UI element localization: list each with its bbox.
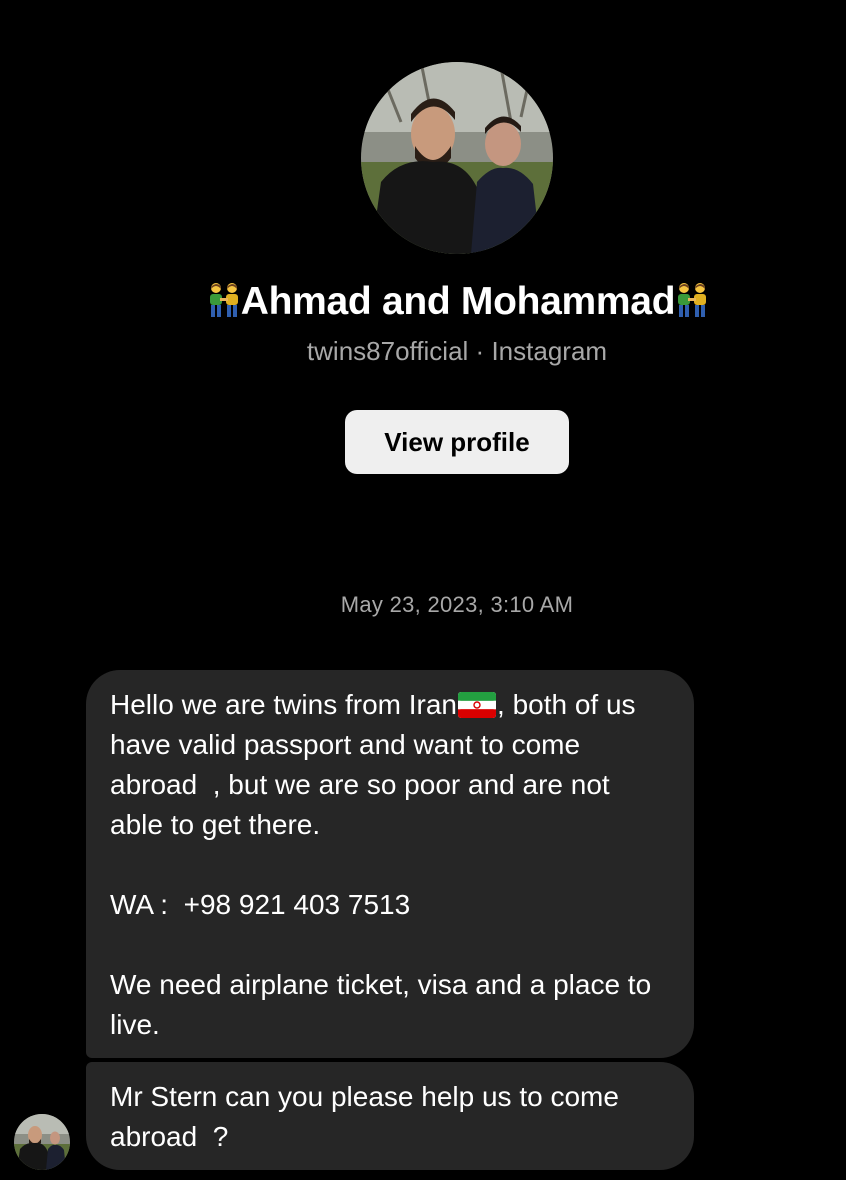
twins-photo-icon — [14, 1114, 70, 1170]
view-profile-button[interactable]: View profile — [345, 410, 569, 474]
profile-username: twins87official — [306, 336, 469, 366]
message-bubble[interactable]: Hello we are twins from Iran, both of us… — [86, 670, 694, 1058]
message-text-part: Hello we are twins from Iran — [110, 689, 458, 720]
profile-display-name: Ahmad and Mohammad — [0, 280, 846, 324]
display-name-text: Ahmad and Mohammad — [240, 280, 676, 323]
couple-emoji-icon — [678, 283, 707, 317]
twins-photo-icon — [361, 62, 553, 254]
profile-platform: Instagram — [491, 336, 608, 366]
iran-flag-icon — [458, 692, 497, 718]
message-timestamp: May 23, 2023, 3:10 AM — [340, 592, 574, 617]
profile-avatar[interactable] — [361, 62, 553, 254]
couple-emoji-icon — [209, 283, 238, 317]
profile-handle-line: twins87official · Instagram — [0, 336, 846, 367]
sender-avatar[interactable] — [14, 1114, 70, 1170]
message-bubble[interactable]: Mr Stern can you please help us to come … — [86, 1062, 694, 1170]
message-text-part: , both of us have valid passport and wan… — [110, 689, 652, 1040]
separator-dot: · — [475, 336, 485, 366]
message-text: Mr Stern can you please help us to come … — [110, 1081, 627, 1152]
